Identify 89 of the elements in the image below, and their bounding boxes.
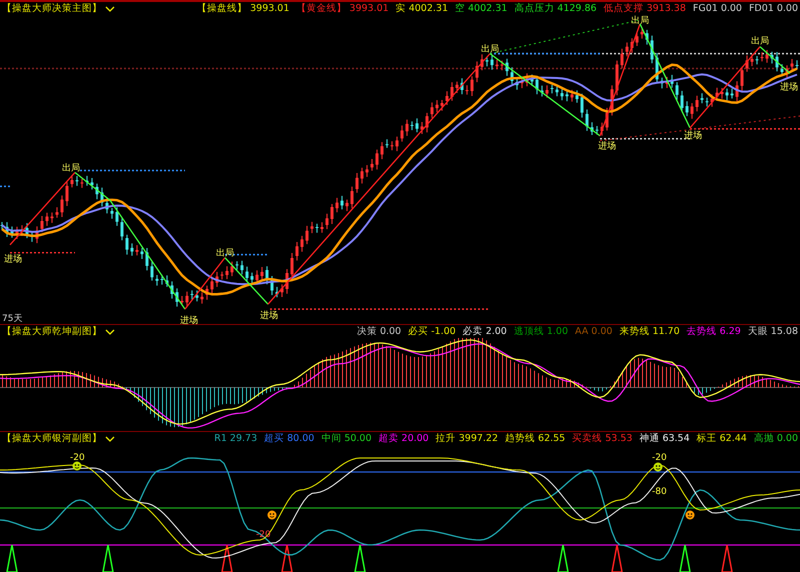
reading-value: 63.54 — [662, 433, 690, 444]
chart-label: -20 — [652, 453, 667, 463]
signal-triangle — [557, 544, 569, 572]
signal-triangle — [281, 544, 293, 572]
chevron-down-icon[interactable] — [105, 328, 115, 334]
chart-label: 出局 — [62, 164, 80, 174]
reading-value: 53.53 — [605, 433, 632, 444]
reading-value: 4129.86 — [557, 3, 597, 14]
chart-label: 进场 — [260, 311, 278, 322]
smiley-icon — [654, 462, 662, 472]
reading-value: -1.00 — [431, 326, 456, 337]
reading-value: 20.00 — [402, 433, 429, 444]
reading-value: 3993.01 — [349, 3, 389, 14]
signal-triangle — [102, 544, 114, 572]
reading-label: 神通 — [639, 432, 660, 445]
reading-label: 趋势线 — [505, 432, 536, 445]
reading-label: 拉升 — [436, 432, 456, 445]
signal-triangle — [354, 544, 366, 572]
indicator-title[interactable]: 【操盘大师银河副图】 — [2, 432, 102, 445]
reading-label: 中间 — [321, 432, 342, 445]
reading-value: 0.00 — [776, 3, 798, 14]
reading-label: 天眼 — [748, 325, 768, 338]
reading-label: 必卖 — [462, 325, 483, 338]
reading-value: 50.00 — [344, 433, 372, 444]
reading-label: 决策 — [356, 325, 377, 338]
reading-value: 3913.38 — [646, 3, 686, 14]
reading-value: 11.70 — [652, 326, 680, 337]
reading-label: 【操盘线】 — [197, 2, 248, 15]
reading-value: 1.00 — [546, 326, 568, 337]
chart-label: 进场 — [684, 130, 702, 141]
reading-label: 高抛 — [754, 432, 774, 445]
reading-value: 62.55 — [538, 433, 566, 444]
chart-label: 进场 — [598, 142, 616, 152]
chart-label: -20 — [70, 453, 85, 463]
chart-label: 出局 — [481, 44, 500, 55]
reading-value: 0.00 — [776, 433, 798, 444]
reading-label: 必买 — [408, 325, 428, 338]
chart-label: 进场 — [780, 82, 798, 92]
reading-value: 3993.01 — [250, 3, 290, 14]
reading-value: 62.44 — [720, 433, 747, 444]
reading-value: 0.00 — [720, 3, 742, 14]
reading-label: FG01 — [692, 3, 718, 14]
indicator-title[interactable]: 【操盘大师乾坤副图】 — [2, 325, 102, 338]
chart-label: -80 — [652, 487, 667, 497]
reading-value: 6.29 — [720, 326, 741, 337]
reading-value: 4002.31 — [468, 3, 508, 14]
chart-label: 进场 — [180, 316, 198, 324]
reading-value: 0.00 — [380, 326, 402, 337]
smiley-icon — [72, 462, 82, 470]
signal-triangle — [721, 544, 733, 572]
reading-label: AA — [575, 326, 588, 337]
signal-triangle — [679, 544, 691, 572]
reading-label: 低点支撑 — [604, 2, 644, 15]
reading-label: 标王 — [696, 432, 717, 445]
reading-label: 实 — [396, 2, 406, 15]
reading-value: 4002.31 — [408, 3, 448, 14]
indicator-title[interactable]: 【操盘大师决策主图】 — [2, 2, 102, 15]
reading-label: 高点压力 — [514, 2, 554, 15]
smiley-icon — [268, 510, 276, 520]
chevron-down-icon[interactable] — [105, 436, 115, 442]
reading-label: 去势线 — [686, 325, 717, 338]
chevron-down-icon[interactable] — [105, 6, 115, 12]
reading-label: FD01 — [748, 3, 774, 14]
reading-label: 超卖 — [378, 432, 399, 445]
reading-label: 【黄金线】 — [296, 2, 346, 15]
reading-label: 超买 — [264, 432, 284, 445]
dotted-level-line — [0, 186, 12, 188]
dotted-level-line — [225, 254, 268, 256]
reading-label: 空 — [455, 2, 465, 15]
reading-value: 3997.22 — [458, 433, 498, 444]
signal-triangle — [611, 544, 623, 572]
chart-label: 进场 — [4, 254, 22, 265]
chart-label: 出局 — [216, 248, 234, 259]
reading-label: R1 — [214, 433, 227, 444]
reading-label: 来势线 — [619, 325, 650, 338]
reading-value: 80.00 — [287, 433, 314, 444]
reading-label: 逃顶线 — [514, 325, 544, 338]
chart-label: 75天 — [2, 314, 22, 324]
reading-value: 0.00 — [591, 326, 612, 337]
signal-triangle — [221, 544, 233, 572]
reading-label: 买卖线 — [572, 432, 602, 445]
signal-triangle — [6, 544, 18, 572]
reading-value: 29.73 — [230, 433, 258, 444]
dotted-level-line — [10, 252, 75, 254]
smiley-icon — [686, 510, 694, 520]
reading-value: 2.00 — [486, 326, 507, 337]
reading-value: 15.08 — [770, 326, 798, 337]
chart-label: 出局 — [751, 36, 770, 47]
chart-label: 出局 — [631, 16, 650, 26]
